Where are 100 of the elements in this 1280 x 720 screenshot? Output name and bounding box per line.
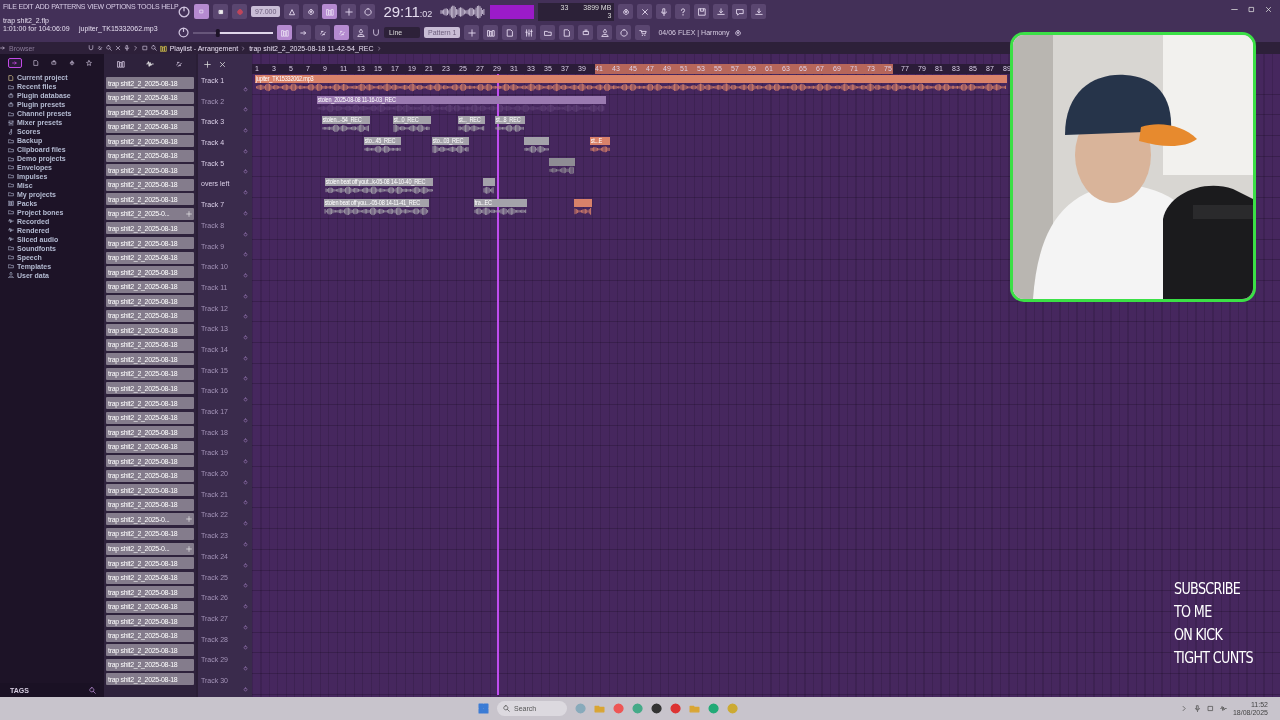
mic-button[interactable]	[656, 4, 672, 19]
arrow-icon	[11, 60, 18, 66]
chat-icon	[735, 7, 744, 16]
overlay-text: TIGHT CUNTS	[1174, 649, 1254, 668]
touch-button[interactable]	[616, 25, 632, 40]
close-icon	[219, 60, 226, 68]
metronome-button[interactable]	[284, 4, 300, 19]
bars-icon	[325, 7, 334, 16]
refresh-button[interactable]	[618, 4, 634, 19]
help-button[interactable]	[675, 4, 691, 19]
track-led-icon	[243, 479, 248, 485]
mixer-button[interactable]	[521, 25, 537, 40]
volume-slider[interactable]	[193, 28, 273, 37]
record-icon	[235, 7, 244, 16]
pack-icon	[8, 200, 14, 207]
stop-button[interactable]	[213, 4, 228, 19]
loop-icon	[363, 7, 372, 16]
track-led-icon	[243, 334, 248, 340]
add-icon	[344, 7, 353, 16]
countdown-button[interactable]	[322, 4, 338, 19]
clip-header[interactable]	[549, 157, 575, 166]
clip-header[interactable]	[573, 199, 593, 208]
arrow-icon	[299, 28, 308, 37]
wait-button[interactable]	[303, 4, 319, 19]
add-pattern-button[interactable]	[464, 25, 480, 40]
loop-record-button[interactable]	[360, 4, 376, 19]
metronome-icon	[287, 7, 296, 16]
plus-icon	[467, 28, 476, 37]
track-led-icon	[243, 603, 248, 609]
shop-button[interactable]	[635, 25, 651, 40]
track-led-icon	[243, 252, 248, 258]
track-led-icon	[243, 521, 248, 527]
track-led-icon	[243, 169, 248, 175]
plugin-icon	[51, 60, 57, 66]
clip-header[interactable]	[482, 178, 495, 187]
cut-button[interactable]	[637, 4, 653, 19]
download-icon	[754, 7, 763, 16]
monitor-icon	[1206, 705, 1214, 712]
browser-button[interactable]	[540, 25, 556, 40]
clip-header[interactable]	[523, 137, 550, 146]
plugin-icon	[8, 92, 14, 99]
overlay-text: SUBSCRIBE	[1174, 580, 1242, 599]
note-icon	[8, 128, 14, 135]
search-icon	[89, 686, 96, 694]
tempo-button[interactable]	[597, 25, 613, 40]
close-icon	[1265, 6, 1272, 13]
save-button[interactable]	[694, 4, 710, 19]
channel-rack-button[interactable]	[502, 25, 518, 40]
stop-icon	[216, 7, 225, 16]
search-icon	[503, 705, 510, 712]
chevron-icon	[1180, 705, 1188, 712]
app-icon	[727, 703, 738, 714]
notes-button[interactable]	[559, 25, 575, 40]
save-icon	[697, 7, 706, 16]
file-icon	[8, 74, 14, 81]
track-led-icon	[243, 107, 248, 113]
piano-roll-button[interactable]	[483, 25, 499, 40]
track-led-icon	[243, 210, 248, 216]
chat-button[interactable]	[732, 4, 748, 19]
magnet-icon	[87, 45, 94, 51]
track-led-icon	[243, 293, 248, 299]
pencil-button[interactable]	[315, 25, 330, 40]
browser-tab[interactable]	[7, 58, 22, 68]
blend-button[interactable]	[341, 4, 357, 19]
slider-thumb[interactable]	[215, 28, 220, 37]
star-icon	[86, 60, 93, 66]
folder-icon	[8, 209, 14, 216]
folder-icon	[594, 703, 605, 714]
chevron-icon	[241, 45, 247, 51]
plugin-button[interactable]	[578, 25, 594, 40]
oscilloscope-drawing	[440, 4, 487, 19]
app-icon	[651, 703, 662, 714]
stamp-button[interactable]	[353, 25, 368, 40]
export-button[interactable]	[713, 4, 729, 19]
plus-icon	[186, 210, 192, 217]
overlay-text: ON KICK	[1174, 626, 1224, 645]
magnet-icon	[372, 28, 380, 37]
arrow-button[interactable]	[296, 25, 311, 40]
maximize-icon	[1248, 6, 1255, 13]
track-led-icon	[243, 624, 248, 630]
download-button[interactable]	[751, 4, 767, 19]
wave-icon	[146, 60, 154, 68]
plus-icon	[204, 60, 211, 68]
minimize-icon	[1231, 6, 1238, 13]
delete-icon	[114, 45, 121, 51]
user-icon	[8, 272, 14, 279]
help-icon	[678, 7, 687, 16]
app-icon	[575, 703, 586, 714]
start-icon	[478, 703, 489, 714]
song-position-ticks: :02	[419, 9, 433, 19]
track-led-icon	[243, 438, 248, 444]
folder-icon	[8, 110, 14, 117]
mixer-icon	[8, 119, 14, 126]
track-led-icon	[243, 355, 248, 361]
track-led-icon	[243, 314, 248, 320]
track-led-icon	[243, 500, 248, 506]
chevron-icon	[376, 45, 382, 51]
knob-icon	[178, 5, 190, 18]
file-icon	[33, 60, 40, 66]
export-icon	[716, 7, 725, 16]
